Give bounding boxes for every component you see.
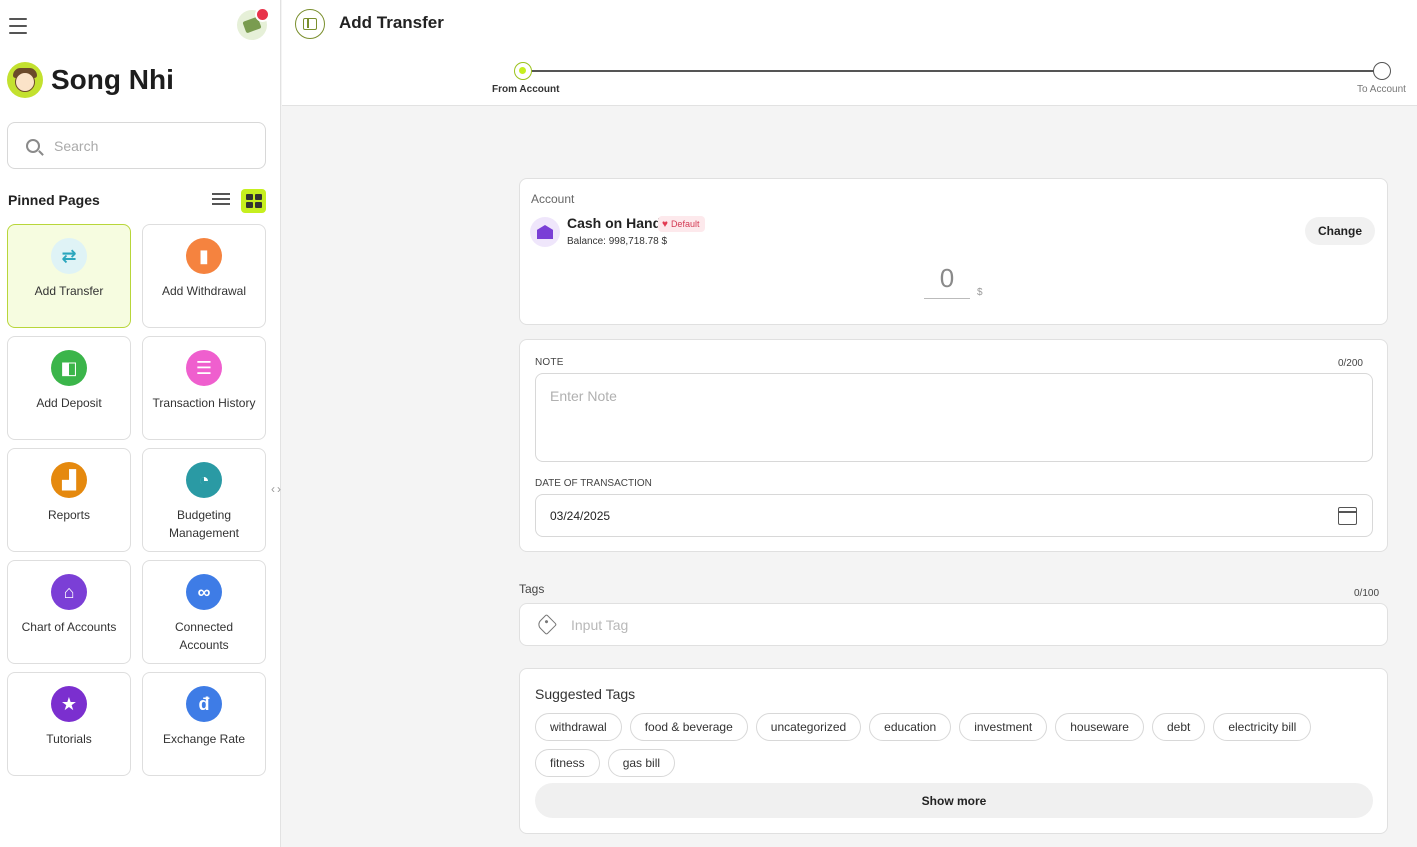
pinned-tile-label: Add Withdrawal [161,284,247,298]
suggested-tags-list: withdrawal food & beverage uncategorized ed… [535,713,1375,777]
pinned-tile[interactable]: ∞ Connected Accounts [142,560,266,664]
pinned-tile[interactable]: ★ Tutorials [7,672,131,776]
menu-icon[interactable] [9,18,27,34]
avatar [7,62,43,98]
tag-chip[interactable]: uncategorized [755,713,862,741]
tag-chip[interactable]: fitness [535,749,600,777]
note-char-count: 0/200 [1337,358,1363,369]
transfer-icon: ⇄ [51,238,87,274]
header: Add Transfer From Account To Account [282,0,1417,106]
pinned-tile[interactable]: ⇄ Add Transfer [7,224,131,328]
step-to-account-dot[interactable] [1373,62,1391,80]
username: Song Nhi [51,64,174,95]
pinned-tile-label: Exchange Rate [162,732,246,746]
date-label: DATE OF TRANSACTION [535,478,652,489]
list-view-icon[interactable] [210,190,232,212]
bank-icon: ⌂ [51,574,87,610]
tag-icon [535,613,558,636]
pinned-tile-label: Budgeting Management [168,508,240,540]
grid-view-icon[interactable] [241,189,266,213]
note-field[interactable] [535,373,1373,462]
account-balance: Balance: 998,718.78 $ [567,236,668,247]
pinned-tile[interactable]: ◔ Budgeting Management [142,448,266,552]
search-input[interactable] [54,137,244,154]
tags-label: Tags [519,582,545,596]
pinned-tile-label: Connected Accounts [174,620,234,652]
account-name: Cash on Hand [567,215,662,231]
change-account-button[interactable]: Change [1305,217,1375,245]
user-profile[interactable]: Song Nhi [7,62,174,98]
currency-label: $ [977,287,983,298]
pinned-pages-heading: Pinned Pages [8,192,100,208]
tag-chip[interactable]: withdrawal [535,713,622,741]
suggested-tags-card: Suggested Tags withdrawal food & beverage… [519,668,1388,834]
toggle-sidebar-icon[interactable] [295,9,325,39]
wallet-icon: ◧ [51,350,87,386]
link-icon: ∞ [186,574,222,610]
step-to-account-label: To Account [1357,84,1406,95]
currency-icon: đ [186,686,222,722]
calendar-icon[interactable] [1338,507,1357,525]
pinned-tile-label: Add Transfer [34,284,104,298]
step-from-account-dot[interactable] [514,62,532,80]
default-badge: ♥ Default [658,216,706,232]
pinned-tile-label: Chart of Accounts [21,620,117,634]
pinned-tile-label: Add Deposit [36,396,102,410]
pinned-tile[interactable]: đ Exchange Rate [142,672,266,776]
tag-chip[interactable]: food & beverage [629,713,748,741]
date-value: 03/24/2025 [550,508,611,523]
pinned-tile[interactable]: ▟ Reports [7,448,131,552]
heart-icon: ♥ [662,218,668,230]
tag-chip[interactable]: houseware [1055,713,1144,741]
pinned-tile-label: Reports [47,508,91,522]
page-title: Add Transfer [339,13,444,32]
sidebar: Song Nhi Pinned Pages ⇄ Add Transfer ▮ Add … [0,0,281,847]
search-box[interactable] [7,122,266,169]
tag-input-box[interactable] [519,603,1388,646]
sidebar-resize-handle[interactable]: ‹› [271,482,283,496]
pinned-tile[interactable]: ◧ Add Deposit [7,336,131,440]
stepper-line [523,70,1381,72]
account-label: Account [531,192,575,206]
pinned-tile[interactable]: ▮ Add Withdrawal [142,224,266,328]
note-card: NOTE 0/200 DATE OF TRANSACTION 03/24/202… [519,339,1388,552]
step-from-account-label: From Account [492,84,560,95]
pinned-tile[interactable]: ☰ Transaction History [142,336,266,440]
pinned-tile[interactable]: ⌂ Chart of Accounts [7,560,131,664]
tag-chip[interactable]: debt [1151,713,1206,741]
note-label: NOTE [535,357,564,368]
pinned-tile-label: Transaction History [152,396,256,410]
tag-chip[interactable]: electricity bill [1213,713,1312,741]
reports-icon: ▟ [51,462,87,498]
tag-chip[interactable]: education [869,713,952,741]
notification-icon[interactable] [237,7,270,40]
pinned-tile-label: Tutorials [46,732,92,746]
account-card: Account Cash on Hand ♥ Default Balance: 9… [519,178,1388,325]
star-icon: ★ [51,686,87,722]
bank-icon [530,217,560,247]
withdrawal-icon: ▮ [186,238,222,274]
pinned-pages-grid: ⇄ Add Transfer ▮ Add Withdrawal ◧ Add Deposit… [7,224,266,776]
amount-input[interactable]: 0 [924,263,970,299]
history-icon: ☰ [186,350,222,386]
suggested-tags-title: Suggested Tags [535,686,636,702]
show-more-button[interactable]: Show more [535,783,1373,818]
search-icon [26,138,40,153]
default-badge-label: Default [670,219,700,229]
tag-chip[interactable]: investment [959,713,1048,741]
tag-input[interactable] [571,616,1271,633]
tags-char-count: 0/100 [1354,588,1380,599]
date-field[interactable]: 03/24/2025 [535,494,1373,537]
budget-icon: ◔ [186,462,222,498]
tag-chip[interactable]: gas bill [607,749,676,777]
